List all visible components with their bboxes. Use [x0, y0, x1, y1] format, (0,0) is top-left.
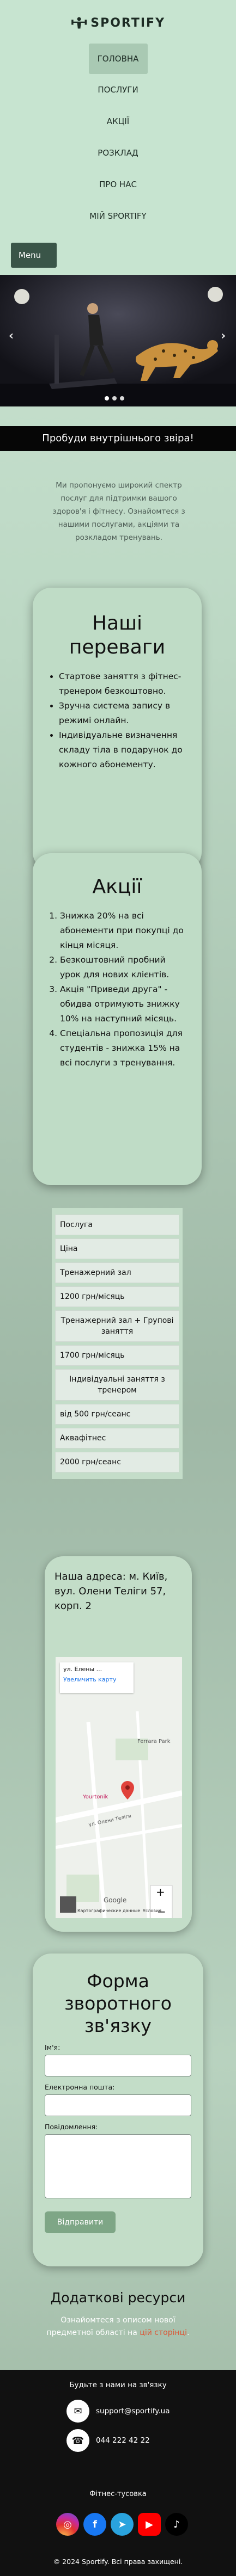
resources-link[interactable]: цій сторінці [140, 2328, 187, 2337]
table-cell-service: Тренажерний зал [55, 1262, 179, 1283]
nav-item-home[interactable]: ГОЛОВНА [88, 44, 148, 74]
table-cell-price: 1200 грн/місяць [55, 1286, 179, 1307]
social-links: ◎ f ➤ ▶ ♪ [56, 2513, 188, 2536]
submit-button[interactable]: Відправити [45, 2211, 116, 2233]
table-cell-price: 1700 грн/місяць [55, 1345, 179, 1366]
main-nav: ГОЛОВНА ПОСЛУГИ АКЦІЇ РОЗКЛАД ПРО НАС МІ… [0, 44, 236, 232]
email-field[interactable] [45, 2094, 191, 2116]
table-cell-price: 2000 грн/сеанс [55, 1452, 179, 1472]
nav-item-about[interactable]: ПРО НАС [88, 169, 149, 200]
message-label: Повідомлення: [45, 2123, 98, 2131]
price-table: Послуга Ціна Тренажерний зал 1200 грн/мі… [52, 1208, 183, 1479]
contact-title: Будьте з нами на зв'язку [69, 2381, 167, 2389]
table-header-service: Послуга [55, 1215, 179, 1235]
map-embed[interactable]: ул. Елены ... Увеличить карту Ferrara Pa… [56, 1657, 182, 1918]
map-zoom-in-button[interactable]: + [156, 1885, 165, 1899]
resources-text-after: . [187, 2328, 190, 2337]
footer-email[interactable]: ✉ support@sportify.ua [66, 2400, 170, 2423]
logo[interactable]: SPORTIFY [71, 5, 165, 40]
carousel-prev-icon[interactable]: ‹ [9, 329, 14, 343]
table-cell-price: від 500 грн/сеанс [55, 1404, 179, 1425]
menu-button[interactable]: Menu [11, 243, 57, 268]
map-card-title: ул. Елены ... [63, 1666, 102, 1673]
copyright: © 2024 Sportify. Всі права захищені. [53, 2557, 183, 2566]
list-item: Знижка 20% на всі абонементи при покупці… [60, 909, 186, 953]
map-label: Yourtonik [83, 1794, 108, 1800]
mail-icon: ✉ [66, 2400, 89, 2423]
resources-section: Додаткові ресурси Ознайомтеся з описом н… [0, 2290, 236, 2339]
table-cell-service: Аквафітнес [55, 1428, 179, 1449]
list-item: Зручна система запису в режимі онлайн. [59, 699, 186, 728]
youtube-icon[interactable]: ▶ [138, 2513, 161, 2536]
tiktok-icon[interactable]: ♪ [165, 2513, 188, 2536]
table-cell-service: Індивідуальні заняття з тренером [55, 1369, 179, 1401]
social-title: Фітнес-тусовка [89, 2490, 147, 2498]
phone-text[interactable]: 044 222 42 22 [96, 2436, 150, 2445]
hero-carousel[interactable] [0, 275, 236, 406]
address-text: Наша адреса: м. Київ, вул. Олени Теліги … [55, 1571, 168, 1612]
email-label: Електронна пошта: [45, 2083, 115, 2091]
map-image [56, 1657, 182, 1918]
table-cell-service: Тренажерний зал + Групові заняття [55, 1310, 179, 1342]
phone-icon: ☎ [66, 2429, 89, 2452]
name-field[interactable] [45, 2055, 191, 2076]
intro-text: Ми пропонуємо широкий спектр послуг для … [52, 481, 185, 542]
resources-text: Ознайомтеся з описом нової предметної об… [39, 2314, 197, 2339]
google-logo: Google [104, 1896, 127, 1904]
map-info-card: ул. Елены ... Увеличить карту [60, 1662, 134, 1693]
carousel-dot[interactable] [120, 396, 124, 400]
advantages-list: Стартове заняття з фітнес-тренером безко… [48, 669, 186, 772]
list-item: Безкоштовний пробний урок для нових кліє… [60, 953, 186, 982]
map-terms-link[interactable]: Условия [143, 1908, 161, 1913]
instagram-icon[interactable]: ◎ [56, 2513, 79, 2536]
name-label: Ім'я: [45, 2043, 60, 2051]
telegram-icon[interactable]: ➤ [111, 2513, 134, 2536]
carousel-indicators [105, 396, 124, 400]
facebook-icon[interactable]: f [83, 2513, 106, 2536]
nav-item-services[interactable]: ПОСЛУГИ [88, 74, 149, 106]
carousel-next-icon[interactable]: › [221, 329, 226, 343]
brand-name: SPORTIFY [90, 16, 165, 30]
promos-title: Акції [92, 876, 142, 898]
dumbbell-icon [71, 17, 87, 29]
footer-phone[interactable]: ☎ 044 222 42 22 [66, 2429, 150, 2452]
nav-item-my-sportify[interactable]: МІЙ SPORTIFY [88, 200, 149, 232]
list-item: Спеціальна пропозиція для студентів - зн… [60, 1026, 186, 1070]
message-field[interactable] [45, 2134, 191, 2198]
hero-image [0, 275, 236, 406]
table-header-price: Ціна [55, 1238, 179, 1259]
email-text[interactable]: support@sportify.ua [96, 2407, 170, 2415]
list-item: Акція "Приведи друга" - обидва отримують… [60, 982, 186, 1026]
feedback-form: Форма зворотного зв'язку Ім'я: Електронн… [33, 1953, 203, 2266]
advantages-card: Наші переваги Стартове заняття з фітнес-… [33, 588, 202, 871]
carousel-dot[interactable] [112, 396, 117, 400]
carousel-dot[interactable] [105, 396, 109, 400]
map-label: Ferrara Park [137, 1739, 171, 1745]
map-attribution: Картографические данные [77, 1908, 141, 1913]
map-enlarge-link[interactable]: Увеличить карту [63, 1676, 130, 1683]
promos-list: Знижка 20% на всі абонементи при покупці… [48, 909, 186, 1070]
form-title: Форма зворотного зв'язку [64, 1970, 172, 2036]
resources-title: Додаткові ресурси [50, 2290, 186, 2306]
slogan-banner: Пробуди внутрішнього звіра! [0, 426, 236, 451]
list-item: Стартове заняття з фітнес-тренером безко… [59, 669, 186, 699]
advantages-title: Наші переваги [69, 612, 166, 658]
nav-item-schedule[interactable]: РОЗКЛАД [88, 137, 149, 169]
promos-card: Акції Знижка 20% на всі абонементи при п… [33, 853, 202, 1185]
nav-item-promos[interactable]: АКЦІЇ [88, 106, 149, 137]
list-item: Індивідуальне визначення складу тіла в п… [59, 728, 186, 772]
